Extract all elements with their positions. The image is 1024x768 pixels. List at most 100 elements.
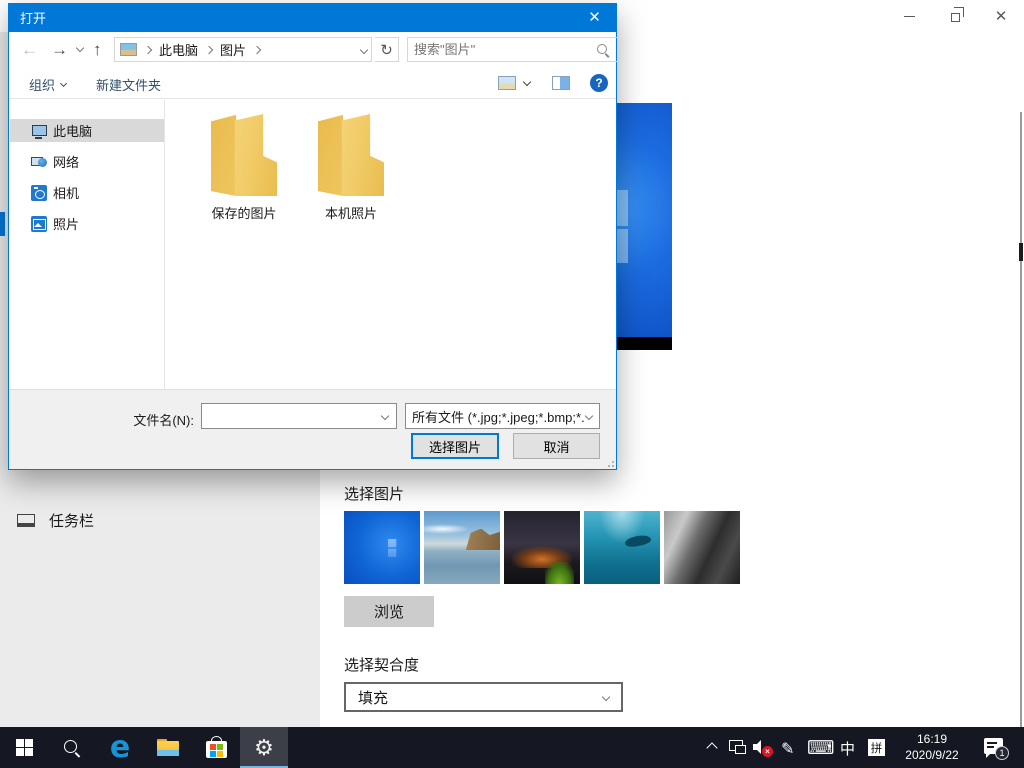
search-icon (63, 739, 81, 757)
action-center-button[interactable]: 1 (984, 738, 1003, 754)
recent-locations-chevron-icon[interactable] (76, 44, 84, 52)
scrollbar-track[interactable] (1020, 112, 1022, 727)
folder-saved-pictures[interactable]: 保存的图片 (189, 114, 299, 222)
filetype-dropdown[interactable]: 所有文件 (*.jpg;*.jpeg;*.bmp;*. (405, 403, 600, 429)
wallpaper-preview-image (617, 103, 672, 350)
address-dropdown-chevron-icon[interactable] (360, 46, 368, 54)
breadcrumb-separator-icon (205, 45, 213, 53)
dialog-footer: 文件名(N): 所有文件 (*.jpg;*.jpeg;*.bmp;*. 选择图片… (9, 389, 616, 469)
dialog-nav-pane: 此电脑 网络 相机 照片 (10, 100, 165, 389)
taskbar-icon (17, 514, 35, 527)
close-icon: ✕ (995, 7, 1008, 25)
thumbnail-windows-default[interactable] (344, 511, 420, 584)
thumbnail-rock-face[interactable] (664, 511, 740, 584)
cancel-button[interactable]: 取消 (513, 433, 600, 459)
sidebar-item-camera[interactable]: 相机 (10, 181, 164, 204)
sidebar-item-network[interactable]: 网络 (10, 150, 164, 173)
breadcrumb-this-pc[interactable]: 此电脑 (153, 40, 204, 59)
forward-button[interactable]: → (51, 38, 68, 62)
taskbar: e ⚙ × ✎ ⌨ 中 拼 (0, 727, 1024, 768)
new-folder-button[interactable]: 新建文件夹 (96, 75, 161, 94)
back-button[interactable]: ← (21, 38, 38, 62)
close-button-dialog[interactable]: ✕ (572, 3, 617, 31)
taskbar-search-button[interactable] (48, 727, 96, 768)
volume-muted-icon[interactable]: × (753, 740, 773, 755)
choose-picture-heading: 选择图片 (344, 483, 404, 504)
windows-ink-icon[interactable]: ✎ (781, 739, 794, 759)
touch-keyboard-icon[interactable]: ⌨ (807, 737, 834, 760)
chevron-down-icon[interactable] (381, 412, 389, 420)
sidebar-item-label: 相机 (53, 183, 79, 202)
search-input[interactable] (408, 42, 596, 57)
help-icon[interactable]: ? (590, 74, 608, 92)
dialog-titlebar[interactable]: 打开 ✕ (8, 3, 617, 32)
taskbar-settings-button[interactable]: ⚙ (240, 727, 288, 768)
wallpaper-thumbnails (344, 511, 740, 584)
refresh-icon: ↻ (380, 41, 393, 59)
clock[interactable]: 16:19 2020/9/22 (896, 731, 968, 763)
thumbnail-night-sky[interactable] (504, 511, 580, 584)
hidden-icons-chevron-icon[interactable] (706, 742, 717, 753)
breadcrumb-separator-icon (253, 45, 261, 53)
close-button-settings[interactable]: ✕ (978, 0, 1024, 32)
file-list-area[interactable]: 保存的图片 本机照片 (166, 100, 615, 389)
folder-icon (318, 114, 384, 196)
windows-logo-icon (388, 539, 406, 557)
taskbar-store-button[interactable] (192, 727, 240, 768)
address-bar-row: ← → ↑ 此电脑 图片 ↻ (9, 32, 616, 68)
gear-icon: ⚙ (254, 737, 274, 759)
thumbnail-beach-rocks[interactable] (424, 511, 500, 584)
address-breadcrumb[interactable]: 此电脑 图片 (114, 37, 372, 62)
folder-label: 保存的图片 (211, 203, 276, 222)
restore-icon (951, 13, 960, 22)
preview-pane-icon[interactable] (552, 76, 570, 90)
sidebar-item-photos[interactable]: 照片 (10, 212, 164, 235)
start-button[interactable] (0, 727, 48, 768)
taskbar-edge-button[interactable]: e (96, 727, 144, 768)
sidebar-item-this-pc[interactable]: 此电脑 (10, 119, 164, 142)
mute-badge: × (762, 746, 773, 757)
choose-fit-label: 选择契合度 (344, 654, 419, 675)
thumbnail-underwater[interactable] (584, 511, 660, 584)
folder-label: 本机照片 (325, 203, 377, 222)
ime-mode-indicator[interactable]: 拼 (868, 739, 885, 756)
desktop: ✕ 任务栏 选择图片 浏览 选择契合 (0, 0, 1024, 768)
fit-dropdown[interactable]: 填充 (344, 682, 623, 712)
store-icon (206, 741, 227, 758)
preview-logo-pane (617, 190, 628, 226)
minimize-button[interactable] (886, 0, 932, 32)
change-view-icon[interactable] (498, 76, 516, 90)
filename-input[interactable] (201, 403, 397, 429)
ime-language-indicator[interactable]: 中 (840, 738, 855, 759)
resize-grip[interactable] (602, 455, 614, 467)
command-bar: 组织 新建文件夹 ? (9, 68, 616, 99)
scrollbar-thumb[interactable] (1019, 243, 1023, 261)
filetype-value: 所有文件 (*.jpg;*.jpeg;*.bmp;*. (412, 407, 585, 426)
dialog-title: 打开 (20, 8, 46, 27)
refresh-button[interactable]: ↻ (375, 37, 399, 62)
up-button[interactable]: ↑ (93, 38, 102, 62)
this-pc-icon (31, 123, 47, 139)
folder-camera-roll[interactable]: 本机照片 (296, 114, 406, 222)
close-icon: ✕ (588, 8, 601, 26)
folder-icon (211, 114, 277, 196)
organize-label: 组织 (29, 75, 55, 94)
speaker-icon (753, 744, 757, 750)
sidebar-item-label: 照片 (53, 214, 79, 233)
taskbar-file-explorer-button[interactable] (144, 727, 192, 768)
sidebar-item-taskbar[interactable]: 任务栏 (0, 502, 320, 538)
network-tray-icon[interactable] (729, 740, 746, 753)
search-box[interactable] (407, 37, 618, 62)
minimize-icon (904, 16, 915, 17)
notification-badge: 1 (995, 746, 1009, 760)
browse-button[interactable]: 浏览 (344, 596, 434, 627)
organize-menu-button[interactable]: 组织 (29, 75, 66, 94)
view-dropdown-chevron-icon[interactable] (523, 77, 531, 85)
windows-logo-icon (16, 739, 33, 756)
settings-caption-buttons: ✕ (886, 0, 1024, 32)
restore-button[interactable] (932, 0, 978, 32)
select-picture-button[interactable]: 选择图片 (411, 433, 499, 459)
breadcrumb-pictures[interactable]: 图片 (214, 40, 252, 59)
pictures-folder-icon (120, 43, 137, 56)
nav-selected-accent-bar (0, 212, 5, 236)
